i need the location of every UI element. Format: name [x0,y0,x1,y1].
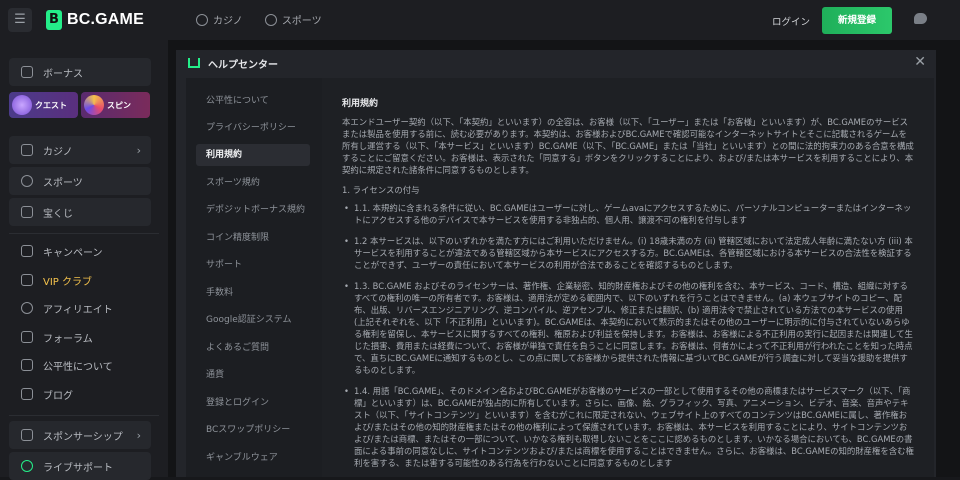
sidebar-item-label: フォーラム [43,333,93,345]
sidebar-item-bonus[interactable]: ボーナス [9,58,151,86]
vip-crown-icon [21,274,33,286]
content-intro: 本エンドユーザー契約（以下、「本契約」といいます）の全容は、お客様（以下、「ユー… [342,117,914,175]
section-title: 1. ライセンスの付与 [342,185,420,195]
content-heading: 利用規約 [342,99,379,109]
sidebar-item-label: ボーナス [43,68,83,80]
help-menu-item[interactable]: 手数料 [196,282,310,304]
sidebar-item-label: ライブサポート [43,462,113,474]
chevron-right-icon: › [136,428,141,442]
chat-icon[interactable] [914,13,927,24]
help-menu-item[interactable]: 通貨 [196,364,310,386]
close-icon[interactable]: ✕ [914,54,926,70]
quest-button[interactable]: クエスト [9,92,78,118]
brand-name: BC.GAME [67,11,144,28]
help-menu-item[interactable]: プライバシーポリシー [196,117,310,139]
sidebar-item-sponsorship[interactable]: スポンサーシップ › [9,421,151,449]
terms-clause: 1.2 本サービスは、以下のいずれかを満たす方にはご利用いただけません。(i) … [342,235,914,271]
spin-button[interactable]: スピン [81,92,150,118]
lottery-icon [21,206,33,218]
gift-icon [21,66,33,78]
sidebar-item-label: キャンペーン [43,247,103,259]
sports-icon [21,175,33,187]
sidebar-item-label: ブログ [43,390,73,402]
top-nav-sports[interactable]: スポーツ [264,12,322,27]
headset-icon [21,460,33,472]
casino-icon [196,13,208,26]
help-menu-item[interactable]: Google認証システム [196,309,310,331]
sidebar-item-label: アフィリエイト [43,304,113,316]
sidebar-item-forum[interactable]: フォーラム [9,323,151,351]
fairness-icon [21,359,33,371]
spin-label: スピン [107,100,131,110]
blog-icon [21,388,33,400]
top-nav-casino[interactable]: カジノ [196,12,243,27]
sidebar-item-label: 宝くじ [43,208,73,220]
sidebar-item-sports[interactable]: スポーツ [9,167,151,195]
scale-icon [188,58,200,68]
menu-toggle-icon[interactable]: ☰ [8,8,32,32]
sidebar-item-label: VIP クラブ [43,276,92,288]
sports-icon [264,13,277,26]
top-nav: カジノ スポーツ [196,12,322,27]
help-menu-item[interactable]: スポーツ規約 [196,172,310,194]
spin-wheel-icon [84,95,104,115]
sidebar-item-label: スポーツ [43,177,83,189]
sidebar-item-campaign[interactable]: キャンペーン [9,237,151,265]
modal-title: ヘルプセンター [208,59,278,71]
help-menu-item[interactable]: ギャンブルウェア [196,447,310,469]
sidebar-item-casino[interactable]: カジノ › [9,136,151,164]
casino-icon [21,144,33,156]
quest-icon [12,95,32,115]
sidebar-divider [9,233,159,234]
terms-clause: 1.1. 本規約に含まれる条件に従い、BC.GAMEはユーザーに対し、ゲームav… [342,202,914,226]
sidebar: ボーナス クエスト スピン カジノ › スポーツ 宝くじ キャンペーン VIP … [0,40,168,480]
sidebar-item-fairness[interactable]: 公平性について [9,351,151,379]
help-menu-item[interactable]: 公平性について [196,90,310,112]
brand-logo[interactable]: B BC.GAME [46,9,144,31]
help-menu-item[interactable]: よくあるご質問 [196,337,310,359]
help-center-modal: ヘルプセンター ✕ 公平性について プライバシーポリシー 利用規約 スポーツ規約… [176,50,936,477]
modal-header: ヘルプセンター [176,50,936,76]
top-nav-label: スポーツ [281,16,322,27]
chevron-right-icon: › [136,143,141,157]
sidebar-item-label: カジノ [43,146,73,158]
sponsorship-icon [21,429,33,441]
login-button[interactable]: ログイン [772,14,810,28]
sidebar-item-label: 公平性について [43,361,113,373]
forum-icon [21,331,33,343]
help-menu: 公平性について プライバシーポリシー 利用規約 スポーツ規約 デポジットボーナス… [186,78,322,477]
help-menu-item[interactable]: BCスワップポリシー [196,419,310,441]
terms-clause: 1.4. 用語「BC.GAME」、そのドメイン名およびBC.GAMEがお客様のサ… [342,385,914,469]
help-menu-item[interactable]: 登録とログイン [196,392,310,414]
logo-mark-icon: B [46,10,62,30]
help-menu-item-active[interactable]: 利用規約 [196,144,310,166]
campaign-icon [21,245,33,257]
sidebar-item-affiliate[interactable]: アフィリエイト [9,294,151,322]
help-menu-item[interactable]: デポジットボーナス規約 [196,199,310,221]
top-bar: ☰ B BC.GAME カジノ スポーツ ログイン 新規登録 [0,0,960,40]
top-nav-label: カジノ [213,16,243,27]
sidebar-item-vip[interactable]: VIP クラブ [9,266,151,294]
affiliate-icon [21,302,33,314]
quest-label: クエスト [35,100,67,110]
help-menu-item[interactable]: コイン精度制限 [196,227,310,249]
sidebar-item-live-support[interactable]: ライブサポート [9,452,151,480]
terms-clause: 1.3. BC.GAME およびそのライセンサーは、著作権、企業秘密、知的財産権… [342,280,914,376]
sidebar-divider [9,415,159,416]
sidebar-item-label: スポンサーシップ [43,431,123,443]
terms-content: 利用規約 本エンドユーザー契約（以下、「本契約」といいます）の全容は、お客様（以… [322,78,934,477]
sidebar-item-blog[interactable]: ブログ [9,380,151,408]
help-menu-item[interactable]: サポート [196,254,310,276]
signup-button[interactable]: 新規登録 [822,7,892,34]
sidebar-item-lottery[interactable]: 宝くじ [9,198,151,226]
